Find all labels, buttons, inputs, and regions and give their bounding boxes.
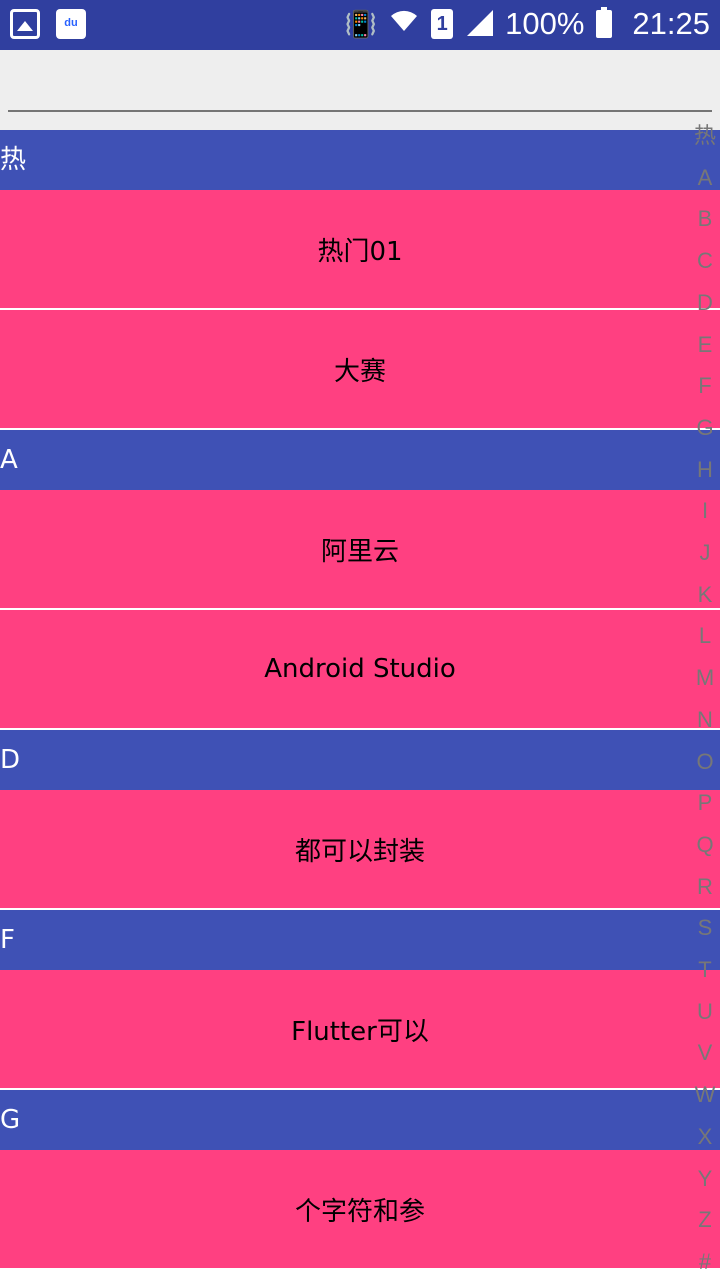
index-letter[interactable]: T [698, 958, 711, 982]
index-letter[interactable]: # [699, 1249, 711, 1274]
list-item-label: 都可以封装 [294, 836, 425, 867]
section-header: F [0, 910, 720, 970]
section-header: D [0, 730, 720, 790]
wifi-icon [389, 6, 419, 42]
battery-icon [596, 7, 613, 38]
list-item-label: 阿里云 [320, 536, 399, 567]
list-item[interactable]: 大赛 [0, 310, 720, 430]
list-item[interactable]: 热门01 [0, 190, 720, 310]
search-input[interactable] [8, 64, 712, 112]
section-header: G [0, 1090, 720, 1150]
list-item-label: 个字符和参 [294, 1196, 425, 1227]
index-letter[interactable]: N [697, 707, 713, 732]
clock: 21:25 [632, 6, 710, 41]
index-letter[interactable]: D [697, 290, 713, 315]
index-letter[interactable]: 热 [694, 124, 716, 148]
list-item[interactable]: Flutter可以 [0, 970, 720, 1090]
index-letter[interactable]: I [702, 499, 708, 523]
list-item[interactable]: 阿里云 [0, 490, 720, 610]
index-letter[interactable]: C [697, 249, 713, 273]
list-item-label: 热门01 [317, 236, 403, 267]
list-item[interactable]: Android Studio [0, 610, 720, 730]
sim-icon: 1 [431, 9, 454, 39]
index-letter[interactable]: X [698, 1124, 713, 1149]
status-bar-left [10, 9, 86, 39]
list-item[interactable]: 个字符和参 [0, 1150, 720, 1270]
status-bar: 📳 1 100% 21:25 [0, 0, 720, 50]
index-letter[interactable]: Z [698, 1208, 711, 1232]
index-letter[interactable]: V [698, 1041, 713, 1065]
index-letter[interactable]: J [700, 541, 711, 565]
list-item-label: Android Studio [264, 654, 456, 684]
index-letter[interactable]: U [697, 999, 713, 1024]
index-letter[interactable]: O [696, 749, 713, 774]
index-letter[interactable]: H [697, 457, 713, 482]
section-header: A [0, 430, 720, 490]
index-letter[interactable]: F [698, 374, 711, 398]
index-letter[interactable]: R [697, 874, 713, 899]
section-header: 热 [0, 130, 720, 190]
index-letter[interactable]: A [698, 165, 713, 190]
index-letter[interactable]: G [696, 415, 713, 440]
index-letter[interactable]: L [699, 624, 711, 648]
list-item-label: 大赛 [333, 356, 386, 387]
contact-list[interactable]: 热热门01 大赛 A 阿里云 Android Studio D 都可以封装 F Flutter可… [0, 130, 720, 1270]
index-letter[interactable]: B [698, 207, 713, 231]
index-letter[interactable]: S [698, 916, 713, 940]
index-letter[interactable]: K [698, 582, 713, 607]
vibrate-icon: 📳 [344, 9, 378, 39]
index-letter[interactable]: Y [698, 1166, 713, 1191]
signal-icon [465, 10, 494, 38]
battery-percent: 100% [505, 6, 585, 41]
index-letter[interactable]: W [695, 1083, 716, 1107]
index-letter[interactable]: M [696, 666, 714, 690]
list-item-label: Flutter可以 [291, 1016, 429, 1047]
index-letter[interactable]: P [698, 791, 713, 815]
gallery-icon [10, 9, 40, 39]
index-letter[interactable]: E [698, 332, 713, 357]
list-item[interactable]: 都可以封装 [0, 790, 720, 910]
index-letter[interactable]: Q [696, 832, 713, 857]
index-sidebar[interactable]: 热 A B C D E F G H I J K L M N O P Q R S T U V W X Y Z # [690, 124, 720, 1274]
status-bar-right: 📳 1 100% 21:25 [345, 6, 710, 42]
search-bar [0, 50, 720, 130]
baidu-icon [56, 9, 86, 39]
